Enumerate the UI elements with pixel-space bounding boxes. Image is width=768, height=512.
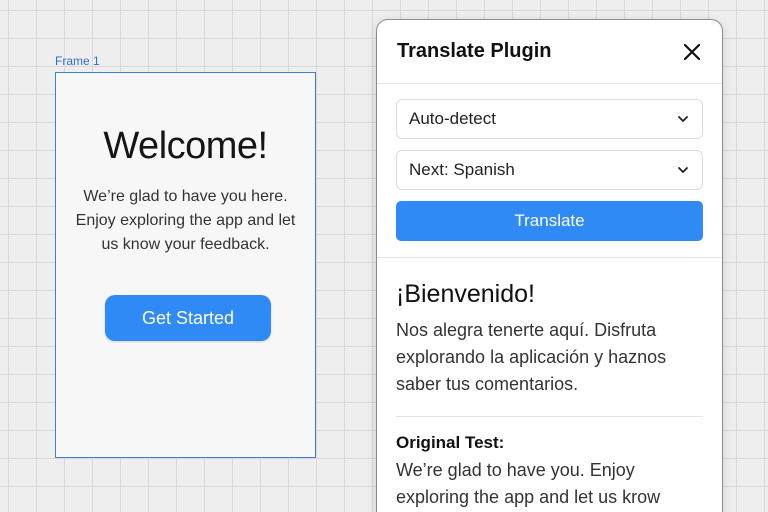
translated-heading: ¡Bienvenido! (396, 280, 535, 308)
translate-button[interactable]: Translate (396, 201, 703, 241)
plugin-controls: Auto-detect Next: Spanish Translate (377, 84, 722, 258)
close-icon (683, 43, 701, 60)
chevron-down-icon (678, 116, 688, 122)
source-language-select[interactable]: Auto-detect (396, 99, 703, 139)
translation-result: ¡Bienvenido! Nos alegra tenerte aquí. Di… (377, 258, 722, 511)
original-text-label: Original Test: (396, 433, 505, 452)
frame-label[interactable]: Frame 1 (55, 54, 100, 68)
plugin-header: Translate Plugin (377, 20, 722, 84)
source-language-value: Auto-detect (409, 109, 496, 128)
get-started-button[interactable]: Get Started (105, 295, 271, 341)
translated-text: Nos alegra tenerte aquí. Disfruta explor… (396, 320, 667, 394)
chevron-down-icon (678, 167, 688, 173)
plugin-title: Translate Plugin (397, 40, 552, 62)
translate-plugin-panel: Translate Plugin Auto-detect Next: Spani… (376, 19, 723, 512)
original-text: We’re glad to have you. Enjoy exploring … (396, 460, 661, 507)
divider (396, 416, 703, 417)
close-button[interactable] (680, 40, 704, 64)
target-language-value: Next: Spanish (409, 160, 515, 179)
target-language-select[interactable]: Next: Spanish (396, 150, 703, 190)
welcome-text: We’re glad to have you here. Enjoy explo… (75, 188, 296, 253)
frame-1[interactable]: Welcome! We’re glad to have you here. En… (55, 72, 316, 458)
welcome-heading: Welcome! (103, 125, 268, 167)
